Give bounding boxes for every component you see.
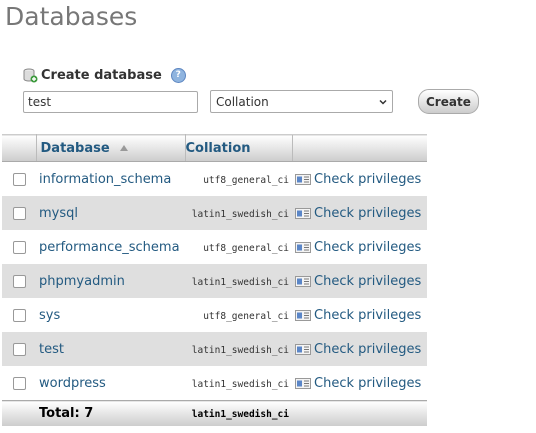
sort-ascending-icon <box>119 145 128 151</box>
database-add-icon <box>23 68 38 82</box>
database-link[interactable]: information_schema <box>39 172 171 187</box>
header-database-link[interactable]: Database <box>41 141 110 156</box>
check-privileges-link[interactable]: Check privileges <box>314 172 421 187</box>
row-checkbox[interactable] <box>12 342 26 356</box>
header-collation[interactable]: Collation <box>185 134 292 162</box>
table-header-row: Database Collation <box>2 134 427 162</box>
total-collation: latin1_swedish_ci <box>191 409 289 420</box>
row-checkbox[interactable] <box>12 308 26 322</box>
database-link[interactable]: mysql <box>39 206 78 221</box>
database-link[interactable]: sys <box>39 308 60 323</box>
header-checkbox-cell <box>2 134 37 162</box>
create-database-header: Create database ? <box>23 66 186 84</box>
check-privileges-icon <box>295 207 311 219</box>
check-privileges-link[interactable]: Check privileges <box>314 206 421 221</box>
create-database-section: Create database ? Collation Create <box>23 66 479 114</box>
table-row: performance_schema utf8_general_ci Check… <box>2 230 427 264</box>
check-privileges-link[interactable]: Check privileges <box>314 342 421 357</box>
check-privileges-icon <box>295 343 311 355</box>
database-collation: utf8_general_ci <box>203 242 289 254</box>
check-privileges-icon <box>295 241 311 253</box>
database-link[interactable]: phpmyadmin <box>39 274 125 289</box>
table-row: information_schema utf8_general_ci Check… <box>2 162 427 197</box>
database-collation: utf8_general_ci <box>203 174 289 186</box>
row-checkbox[interactable] <box>12 240 26 254</box>
database-collation: latin1_swedish_ci <box>191 208 289 220</box>
database-link[interactable]: wordpress <box>39 376 106 391</box>
databases-table: Database Collation information_schema ut… <box>2 134 427 426</box>
check-privileges-link[interactable]: Check privileges <box>314 376 421 391</box>
database-name-input[interactable] <box>23 90 198 113</box>
create-database-form: Collation Create <box>23 89 479 114</box>
table-row: phpmyadmin latin1_swedish_ci Check privi… <box>2 264 427 298</box>
chevron-down-icon <box>379 99 387 105</box>
database-link[interactable]: performance_schema <box>39 240 180 255</box>
check-privileges-link[interactable]: Check privileges <box>314 274 421 289</box>
row-checkbox[interactable] <box>12 274 26 288</box>
check-privileges-icon <box>295 377 311 389</box>
table-row: mysql latin1_swedish_ci Check privileges <box>2 196 427 230</box>
total-count: Total: 7 <box>39 406 94 421</box>
database-collation: latin1_swedish_ci <box>191 344 289 356</box>
header-collation-link[interactable]: Collation <box>186 141 251 156</box>
header-database[interactable]: Database <box>36 134 186 162</box>
check-privileges-icon <box>295 173 311 185</box>
check-privileges-icon <box>295 275 311 287</box>
header-actions-cell <box>291 134 427 162</box>
total-row: Total: 7 latin1_swedish_ci <box>2 400 427 426</box>
check-privileges-icon <box>295 309 311 321</box>
create-database-title: Create database <box>41 67 162 83</box>
create-button[interactable]: Create <box>418 89 479 114</box>
database-collation: utf8_general_ci <box>203 310 289 322</box>
table-row: test latin1_swedish_ci Check privileges <box>2 332 427 366</box>
page-title: Databases <box>5 2 138 31</box>
database-link[interactable]: test <box>39 342 64 357</box>
row-checkbox[interactable] <box>12 376 26 390</box>
check-privileges-link[interactable]: Check privileges <box>314 308 421 323</box>
check-privileges-link[interactable]: Check privileges <box>314 240 421 255</box>
collation-select-value: Collation <box>216 94 269 109</box>
collation-select[interactable]: Collation <box>210 90 393 113</box>
database-collation: latin1_swedish_ci <box>191 378 289 390</box>
row-checkbox[interactable] <box>12 206 26 220</box>
help-icon[interactable]: ? <box>170 67 186 83</box>
database-collation: latin1_swedish_ci <box>191 276 289 288</box>
table-row: sys utf8_general_ci Check privileges <box>2 298 427 332</box>
table-row: wordpress latin1_swedish_ci Check privil… <box>2 366 427 401</box>
row-checkbox[interactable] <box>12 172 26 186</box>
